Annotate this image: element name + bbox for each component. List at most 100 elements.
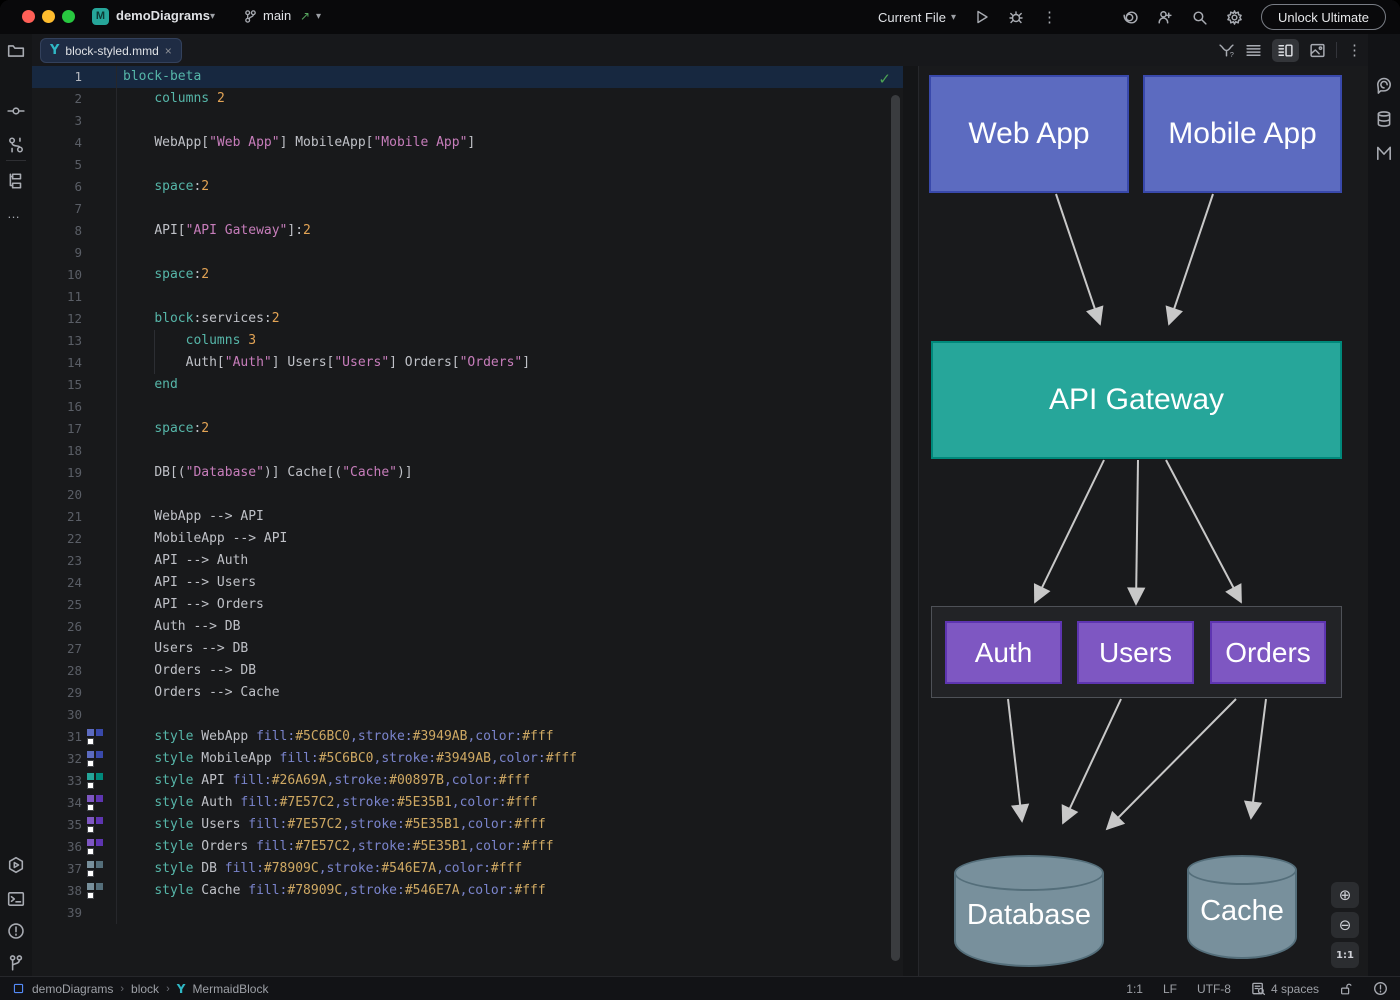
code-line[interactable]: 21 WebApp --> API <box>32 506 903 528</box>
code-with-me-icon[interactable] <box>1156 9 1173 26</box>
code-line[interactable]: 35 style Users fill:#7E57C2,stroke:#5E35… <box>32 814 903 836</box>
line-ending[interactable]: LF <box>1163 982 1177 996</box>
code-line[interactable]: 19 DB[("Database")] Cache[("Cache")] <box>32 462 903 484</box>
breadcrumb-project[interactable]: demoDiagrams <box>32 982 113 996</box>
run-config-selector[interactable]: Current File ▾ <box>878 10 956 25</box>
run-button[interactable] <box>974 9 990 25</box>
problems-icon[interactable] <box>7 922 25 940</box>
diagram-node-users[interactable]: Users <box>1077 621 1194 684</box>
ai-chat-icon[interactable] <box>1375 76 1393 94</box>
debug-icon[interactable] <box>1008 9 1024 25</box>
mermaid-help-icon[interactable]: ? <box>1218 42 1235 59</box>
split-view-icon[interactable] <box>1272 39 1299 62</box>
code-line[interactable]: 31 style WebApp fill:#5C6BC0,stroke:#394… <box>32 726 903 748</box>
project-selector[interactable]: demoDiagrams <box>116 8 210 23</box>
color-preview-chips <box>82 506 116 528</box>
diagram-node-api[interactable]: API Gateway <box>931 341 1342 459</box>
code-line[interactable]: 17 space:2 <box>32 418 903 440</box>
code-line[interactable]: 9 <box>32 242 903 264</box>
code-line[interactable]: 22 MobileApp --> API <box>32 528 903 550</box>
code-line[interactable]: 32 style MobileApp fill:#5C6BC0,stroke:#… <box>32 748 903 770</box>
zoom-out-button[interactable]: ⊖ <box>1331 912 1359 938</box>
git-icon[interactable] <box>7 954 25 972</box>
code-line[interactable]: 6 space:2 <box>32 176 903 198</box>
breadcrumb-folder[interactable]: block <box>131 982 159 996</box>
diagram-node-cache[interactable]: Cache <box>1187 855 1297 959</box>
more-actions-icon[interactable]: ⋮ <box>1042 8 1057 26</box>
diagram-node-webapp[interactable]: Web App <box>929 75 1129 193</box>
title-bar: M demoDiagrams ▾ main ↗ ▾ Current File ▾… <box>0 0 1400 34</box>
breadcrumb-element[interactable]: MermaidBlock <box>192 982 268 996</box>
close-window-button[interactable] <box>22 10 35 23</box>
services-icon[interactable] <box>7 856 25 874</box>
editor-only-view-icon[interactable] <box>1245 42 1262 59</box>
code-line[interactable]: 20 <box>32 484 903 506</box>
zoom-reset-button[interactable]: 1:1 <box>1331 942 1359 968</box>
caret-position[interactable]: 1:1 <box>1126 982 1143 996</box>
commit-icon[interactable] <box>7 102 25 120</box>
branch-selector[interactable]: main <box>263 8 291 23</box>
search-icon[interactable] <box>1191 9 1208 26</box>
zoom-window-button[interactable] <box>62 10 75 23</box>
code-line[interactable]: 7 <box>32 198 903 220</box>
code-line[interactable]: 12 block:services:2 <box>32 308 903 330</box>
code-line[interactable]: 37 style DB fill:#78909C,stroke:#546E7A,… <box>32 858 903 880</box>
code-line[interactable]: 13 columns 3 <box>32 330 903 352</box>
tab-block-styled[interactable]: Y block-styled.mmd × <box>40 38 182 63</box>
code-line[interactable]: 36 style Orders fill:#7E57C2,stroke:#5E3… <box>32 836 903 858</box>
database-tool-icon[interactable] <box>1375 110 1393 128</box>
code-line[interactable]: 25 API --> Orders <box>32 594 903 616</box>
code-line[interactable]: 24 API --> Users <box>32 572 903 594</box>
ai-assistant-icon[interactable] <box>1121 9 1138 26</box>
minimize-window-button[interactable] <box>42 10 55 23</box>
code-line[interactable]: 26 Auth --> DB <box>32 616 903 638</box>
zoom-in-button[interactable]: ⊕ <box>1331 882 1359 908</box>
settings-gear-icon[interactable] <box>1226 9 1243 26</box>
close-tab-icon[interactable]: × <box>165 44 172 58</box>
code-editor[interactable]: 1block-beta2 columns 234 WebApp["Web App… <box>32 66 903 976</box>
preview-only-view-icon[interactable] <box>1309 42 1326 59</box>
terminal-icon[interactable] <box>7 890 25 908</box>
diagram-node-mobileapp[interactable]: Mobile App <box>1143 75 1342 193</box>
pane-splitter[interactable] <box>903 66 918 976</box>
code-line[interactable]: 5 <box>32 154 903 176</box>
indent-icon <box>1251 981 1266 996</box>
code-line[interactable]: 3 <box>32 110 903 132</box>
code-line[interactable]: 30 <box>32 704 903 726</box>
more-tool-windows-icon[interactable]: … <box>7 206 25 224</box>
code-line[interactable]: 28 Orders --> DB <box>32 660 903 682</box>
code-line[interactable]: 33 style API fill:#26A69A,stroke:#00897B… <box>32 770 903 792</box>
code-line[interactable]: 39 <box>32 902 903 924</box>
inspections-ok-icon[interactable]: ✓ <box>878 70 891 88</box>
code-line[interactable]: 4 WebApp["Web App"] MobileApp["Mobile Ap… <box>32 132 903 154</box>
file-encoding[interactable]: UTF-8 <box>1197 982 1231 996</box>
code-line[interactable]: 18 <box>32 440 903 462</box>
code-line[interactable]: 23 API --> Auth <box>32 550 903 572</box>
code-line[interactable]: 11 <box>32 286 903 308</box>
code-line[interactable]: 1block-beta <box>32 66 903 88</box>
unlock-ultimate-button[interactable]: Unlock Ultimate <box>1261 4 1386 30</box>
code-line[interactable]: 34 style Auth fill:#7E57C2,stroke:#5E35B… <box>32 792 903 814</box>
code-line[interactable]: 29 Orders --> Cache <box>32 682 903 704</box>
vcs-graph-icon[interactable] <box>7 136 25 154</box>
diagram-preview[interactable]: Web App Mobile App API Gateway Auth User… <box>918 66 1368 976</box>
editor-scrollbar[interactable] <box>891 95 900 961</box>
code-line[interactable]: 10 space:2 <box>32 264 903 286</box>
notifications-status-icon[interactable] <box>1373 981 1388 996</box>
project-folder-icon[interactable] <box>7 42 25 60</box>
diagram-node-orders[interactable]: Orders <box>1210 621 1326 684</box>
code-line[interactable]: 2 columns 2 <box>32 88 903 110</box>
code-line[interactable]: 16 <box>32 396 903 418</box>
diagram-node-auth[interactable]: Auth <box>945 621 1062 684</box>
code-line[interactable]: 14 Auth["Auth"] Users["Users"] Orders["O… <box>32 352 903 374</box>
code-line[interactable]: 15 end <box>32 374 903 396</box>
indent-setting[interactable]: 4 spaces <box>1251 981 1319 996</box>
readonly-lock-icon[interactable] <box>1339 982 1353 996</box>
code-line[interactable]: 38 style Cache fill:#78909C,stroke:#546E… <box>32 880 903 902</box>
more-options-icon[interactable]: ⋮ <box>1347 41 1362 59</box>
code-line[interactable]: 8 API["API Gateway"]:2 <box>32 220 903 242</box>
code-line[interactable]: 27 Users --> DB <box>32 638 903 660</box>
structure-icon[interactable] <box>7 172 25 190</box>
diagram-node-database[interactable]: Database <box>954 855 1104 967</box>
mermaid-chart-tool-icon[interactable] <box>1375 144 1393 162</box>
